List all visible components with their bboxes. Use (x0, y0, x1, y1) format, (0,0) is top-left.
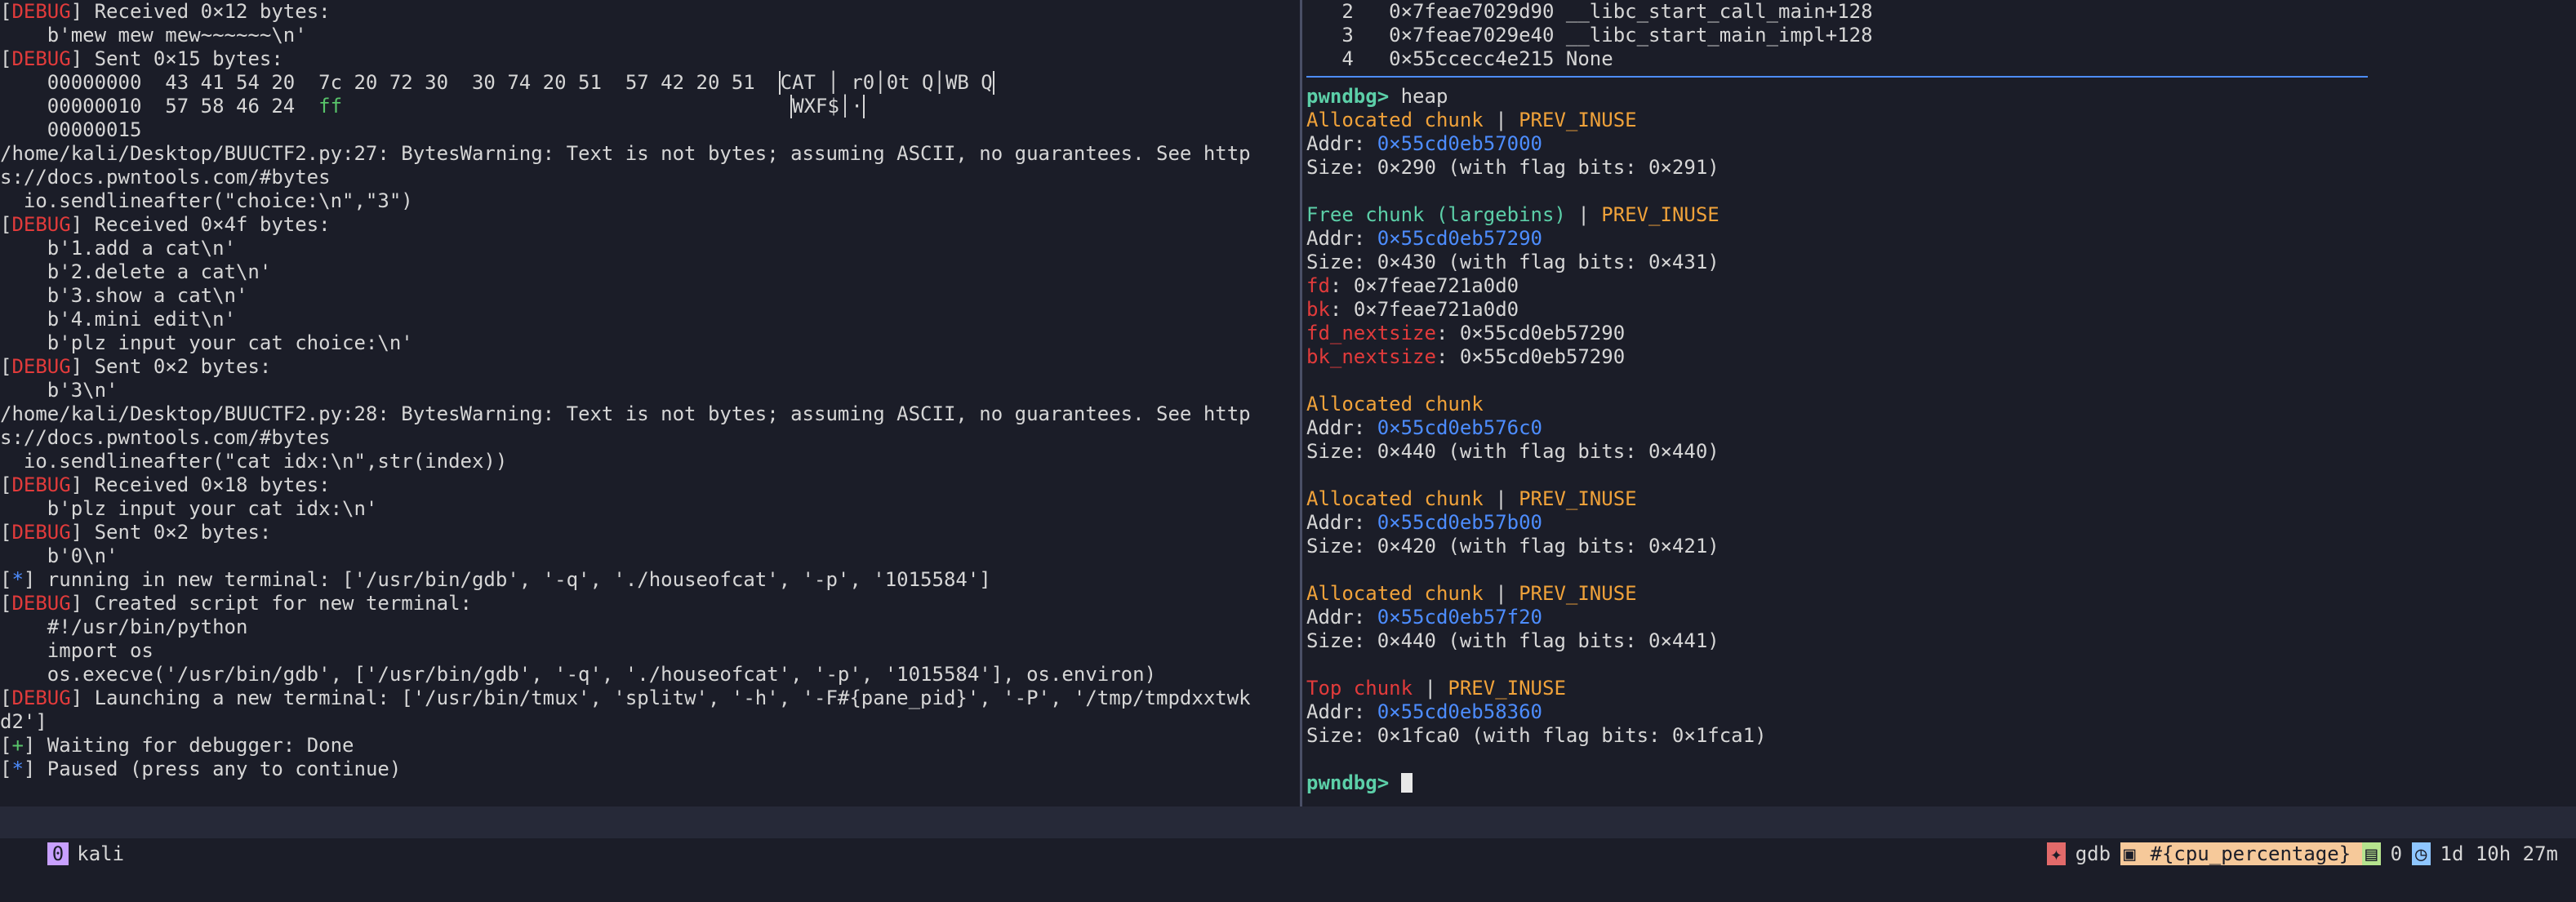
log-line: #!/usr/bin/python (0, 615, 248, 638)
prompt: pwndbg> (1306, 771, 1390, 794)
backtrace-frame: 4 0×55ccecc4e215 None (1306, 47, 1613, 70)
chunk-header: Allocated chunk | PREV_INUSE (1306, 487, 1637, 510)
window-name[interactable]: gdb (2066, 842, 2120, 865)
log-line: [DEBUG] Received 0×12 bytes: (0, 0, 331, 23)
log-line: 00000015 (0, 118, 142, 141)
log-line: d2'] (0, 710, 47, 733)
chunk-header: Free chunk (largebins) | PREV_INUSE (1306, 203, 1720, 226)
chunk-size: Size: 0×440 (with flag bits: 0×441) (1306, 629, 1720, 652)
log-line: [DEBUG] Launching a new terminal: ['/usr… (0, 686, 1251, 709)
log-line: b'plz input your cat choice:\n' (0, 331, 413, 354)
counter-icon: ▤ (2362, 842, 2381, 865)
chunk-addr: Addr: 0×55cd0eb576c0 (1306, 416, 1542, 439)
log-line: b'mew mew mew~~~~~~\n' (0, 24, 307, 47)
chunk-size: Size: 0×1fca0 (with flag bits: 0×1fca1) (1306, 724, 1767, 747)
separator-line (1306, 76, 2368, 78)
tmux-status-bar: 0 kali ✦ gdb ▣ #{cpu_percentage} ▤ 0 ◷ 1d 10h 27… (0, 806, 2576, 865)
log-line: [DEBUG] Sent 0×15 bytes: (0, 47, 283, 70)
chunk-header: Allocated chunk | PREV_INUSE (1306, 582, 1637, 605)
command-line: pwndbg> heap (1306, 85, 1448, 108)
hexdump-line: 00000000 43 41 54 20 7c 20 72 30 30 74 2… (0, 71, 994, 95)
uptime: 1d 10h 27m (2440, 842, 2559, 865)
cpu-percentage: #{cpu_percentage} (2138, 842, 2363, 865)
backtrace-frame: 3 0×7feae7029e40 __libc_start_main_impl+… (1306, 24, 1873, 47)
log-line: b'0\n' (0, 544, 118, 567)
log-line: [*] Paused (press any to continue) (0, 758, 402, 780)
log-line: [*] running in new terminal: ['/usr/bin/… (0, 568, 991, 591)
session-name[interactable]: kali (69, 842, 132, 865)
log-line: [DEBUG] Received 0×4f bytes: (0, 213, 331, 236)
right-gdb-pane[interactable]: 2 0×7feae7029d90 __libc_start_call_main+… (1306, 0, 2576, 806)
pane-divider[interactable] (1300, 0, 1302, 806)
process-icon: ✦ (2047, 842, 2066, 865)
chunk-header: Allocated chunk | PREV_INUSE (1306, 109, 1637, 131)
log-line: b'3.show a cat\n' (0, 284, 248, 307)
chunk-addr: Addr: 0×55cd0eb58360 (1306, 700, 1542, 723)
log-line: [+] Waiting for debugger: Done (0, 734, 354, 757)
counter-value: 0 (2390, 842, 2403, 865)
log-line: /home/kali/Desktop/BUUCTF2.py:27: BytesW… (0, 142, 1251, 165)
chunk-fd: fd: 0×7feae721a0d0 (1306, 274, 1519, 297)
chunk-size: Size: 0×420 (with flag bits: 0×421) (1306, 535, 1720, 558)
chunk-header: Allocated chunk (1306, 393, 1484, 415)
uptime-icon: ◷ (2412, 842, 2431, 865)
chunk-size: Size: 0×440 (with flag bits: 0×440) (1306, 440, 1720, 463)
chunk-addr: Addr: 0×55cd0eb57000 (1306, 132, 1542, 155)
log-line: b'4.mini edit\n' (0, 308, 236, 331)
left-terminal-pane[interactable]: [DEBUG] Received 0×12 bytes: b'mew mew m… (0, 0, 1298, 806)
log-line: b'1.add a cat\n' (0, 237, 236, 260)
hexdump-line: 00000010 57 58 46 24 ff WXF$│· (0, 95, 865, 118)
prompt: pwndbg> (1306, 85, 1390, 108)
log-line: [DEBUG] Sent 0×2 bytes: (0, 355, 272, 378)
log-line: io.sendlineafter("choice:\n","3") (0, 189, 413, 212)
chunk-addr: Addr: 0×55cd0eb57b00 (1306, 511, 1542, 534)
chunk-bk: bk: 0×7feae721a0d0 (1306, 298, 1519, 321)
chunk-size: Size: 0×290 (with flag bits: 0×291) (1306, 156, 1720, 179)
chunk-addr: Addr: 0×55cd0eb57f20 (1306, 606, 1542, 629)
log-line: [DEBUG] Sent 0×2 bytes: (0, 521, 272, 544)
log-line: [DEBUG] Received 0×18 bytes: (0, 473, 331, 496)
log-line: b'3\n' (0, 379, 118, 402)
session-index: 0 (47, 842, 69, 865)
backtrace-frame: 2 0×7feae7029d90 __libc_start_call_main+… (1306, 0, 1873, 23)
chunk-addr: Addr: 0×55cd0eb57290 (1306, 227, 1542, 250)
log-line: /home/kali/Desktop/BUUCTF2.py:28: BytesW… (0, 402, 1251, 425)
log-line: os.execve('/usr/bin/gdb', ['/usr/bin/gdb… (0, 663, 1157, 686)
chunk-bk-nextsize: bk_nextsize: 0×55cd0eb57290 (1306, 345, 1626, 368)
log-line: [DEBUG] Created script for new terminal: (0, 592, 472, 615)
cpu-icon: ▣ (2120, 842, 2139, 865)
log-line: b'plz input your cat idx:\n' (0, 497, 378, 520)
log-line: s://docs.pwntools.com/#bytes (0, 426, 331, 449)
log-line: s://docs.pwntools.com/#bytes (0, 166, 331, 189)
chunk-size: Size: 0×430 (with flag bits: 0×431) (1306, 251, 1720, 273)
chunk-header: Top chunk | PREV_INUSE (1306, 677, 1566, 700)
log-line: import os (0, 639, 153, 662)
log-line: io.sendlineafter("cat idx:\n",str(index)… (0, 450, 508, 473)
text-cursor (1400, 773, 1413, 793)
command-prompt-line[interactable]: pwndbg> (1306, 771, 2576, 795)
log-line: b'2.delete a cat\n' (0, 260, 272, 283)
chunk-fd-nextsize: fd_nextsize: 0×55cd0eb57290 (1306, 322, 1626, 344)
